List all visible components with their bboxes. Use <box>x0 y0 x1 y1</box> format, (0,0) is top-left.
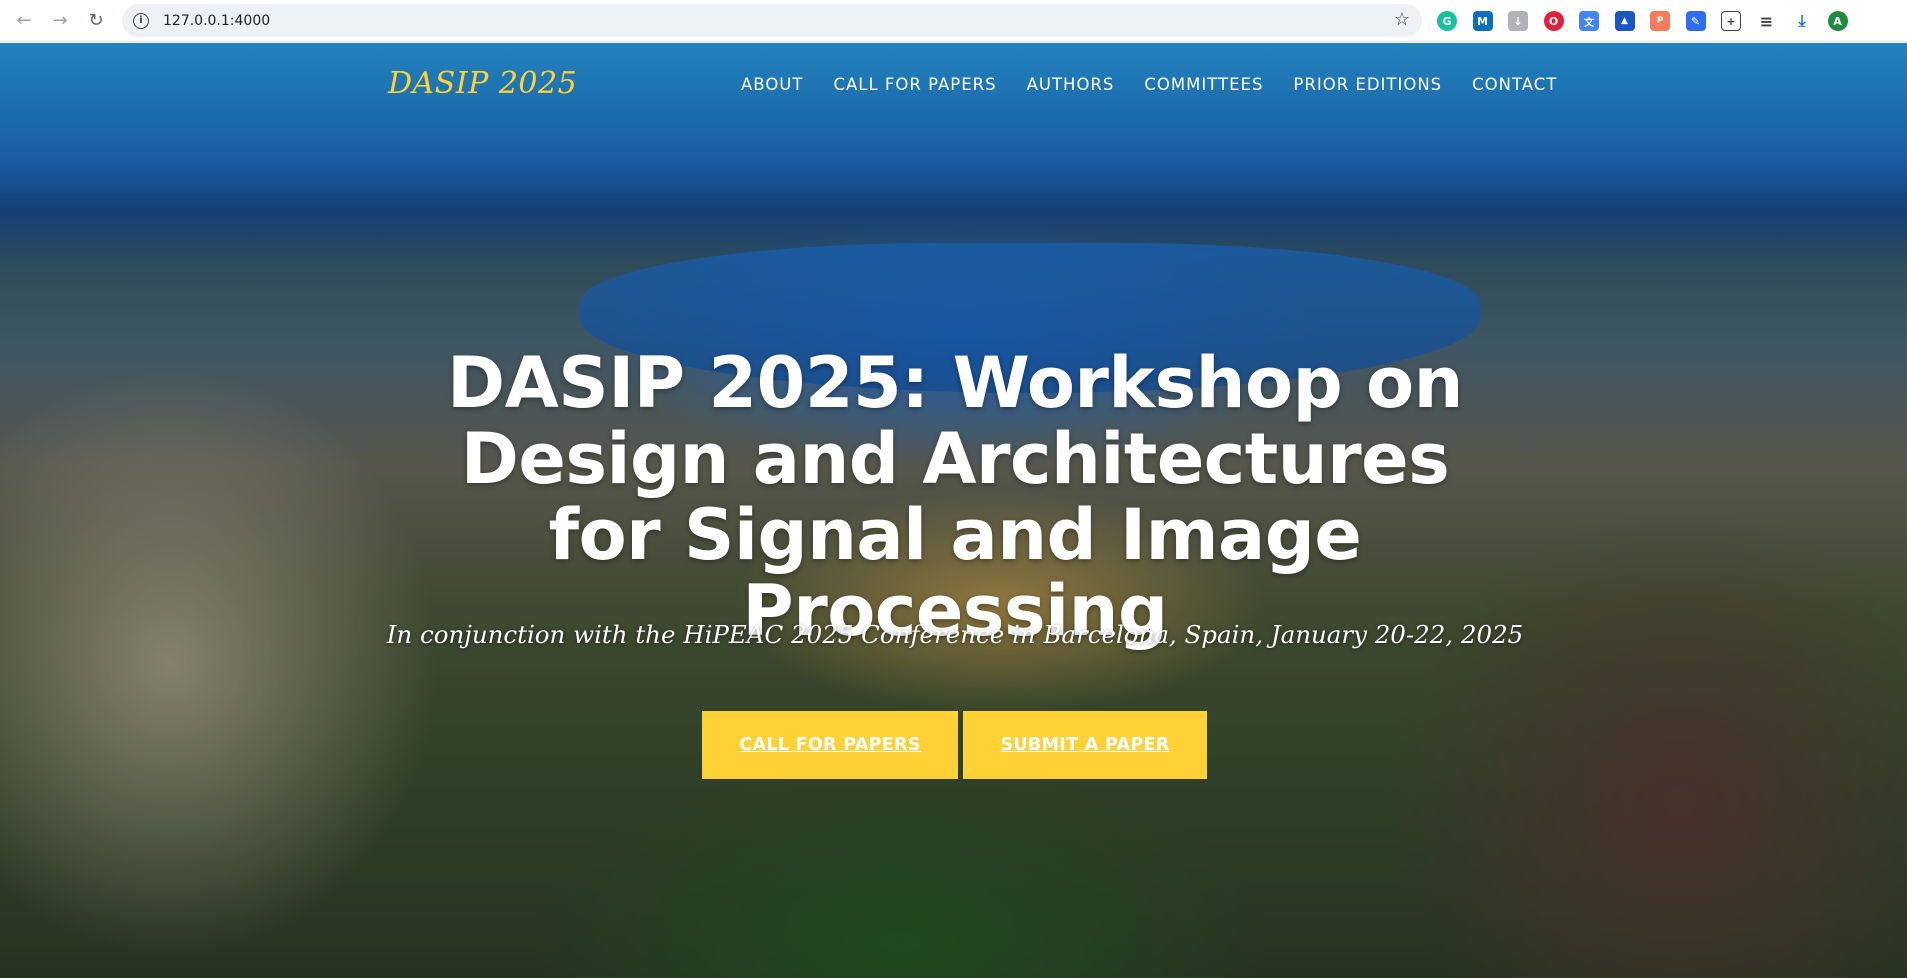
profile-avatar[interactable]: A <box>1827 11 1848 31</box>
bookmark-star-icon[interactable]: ☆ <box>1394 9 1410 30</box>
translate-icon[interactable]: 文 <box>1579 11 1599 31</box>
site-logo[interactable]: DASIP 2025 <box>388 66 577 101</box>
downloads-icon[interactable]: ⤓ <box>1792 11 1812 31</box>
call-for-papers-button[interactable]: CALL FOR PAPERS <box>702 711 958 779</box>
nav-call-for-papers[interactable]: CALL FOR PAPERS <box>833 75 996 94</box>
address-bar[interactable]: i 127.0.0.1:4000 ☆ <box>122 4 1422 37</box>
pen-icon[interactable]: ✎ <box>1685 11 1706 31</box>
hero-title: DASIP 2025: Workshop on Design and Archi… <box>447 342 1463 652</box>
nav-authors[interactable]: AUTHORS <box>1027 75 1115 94</box>
nav-prior-editions[interactable]: PRIOR EDITIONS <box>1293 75 1442 94</box>
nav-committees[interactable]: COMMITTEES <box>1144 75 1263 94</box>
extensions-bar: G M ↓ O 文 ▲ P ✎ + ≡ ⤓ A <box>1437 8 1863 34</box>
submit-paper-button[interactable]: SUBMIT A PAPER <box>963 711 1207 779</box>
hero-subtitle: In conjunction with the HiPEAC 2025 Conf… <box>386 620 1524 649</box>
download-box-icon[interactable]: ↓ <box>1508 11 1528 31</box>
reload-icon[interactable]: ↻ <box>78 0 114 42</box>
graduation-icon[interactable]: ▲ <box>1614 11 1635 31</box>
forward-icon[interactable]: → <box>42 0 78 42</box>
main-nav: ABOUT CALL FOR PAPERS AUTHORS COMMITTEES… <box>741 75 1557 94</box>
nav-about[interactable]: ABOUT <box>741 75 803 94</box>
url-text[interactable]: 127.0.0.1:4000 <box>163 13 270 29</box>
hero-section: DASIP 2025 ABOUT CALL FOR PAPERS AUTHORS… <box>0 43 1907 978</box>
opera-icon[interactable]: O <box>1543 11 1564 31</box>
site-info-icon[interactable]: i <box>133 12 149 29</box>
puzzle-icon[interactable]: + <box>1721 11 1741 31</box>
reading-list-icon[interactable]: ≡ <box>1756 11 1777 31</box>
m-icon[interactable]: M <box>1472 11 1493 31</box>
browser-toolbar: ← → ↻ i 127.0.0.1:4000 ☆ G M ↓ O 文 ▲ P ✎… <box>0 0 1907 42</box>
nav-contact[interactable]: CONTACT <box>1472 75 1557 94</box>
pdf-icon[interactable]: P <box>1650 11 1670 31</box>
grammarly-icon[interactable]: G <box>1437 11 1457 31</box>
back-icon[interactable]: ← <box>6 0 42 42</box>
